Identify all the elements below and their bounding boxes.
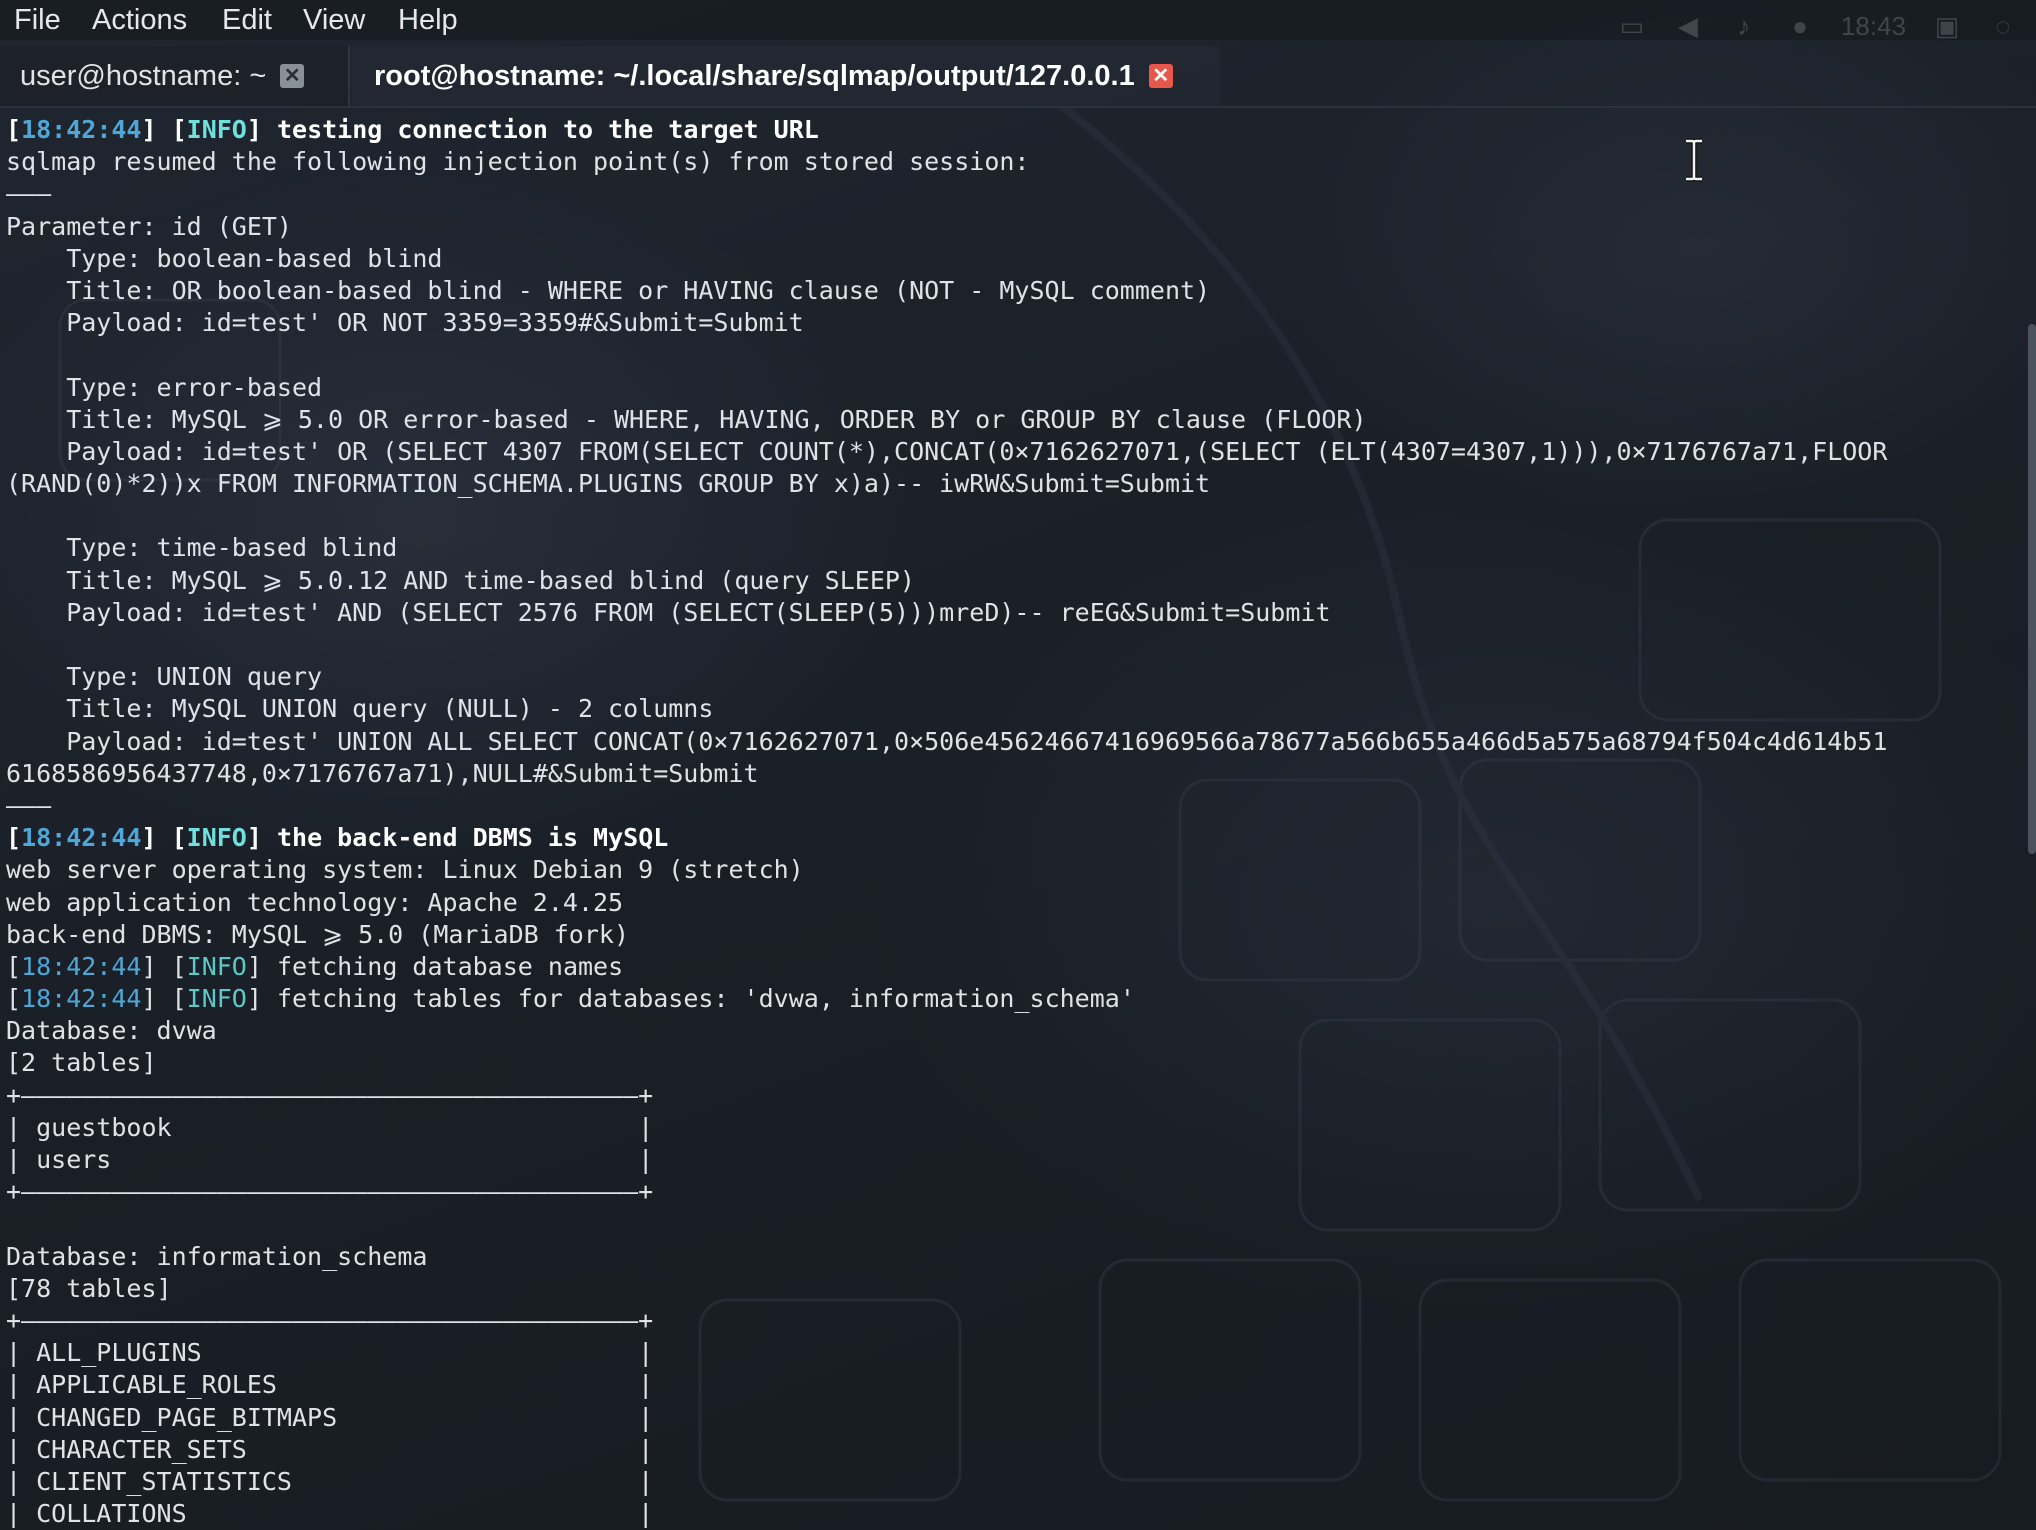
tab-label: user@hostname: ~ [20,59,267,92]
terminal-line: Payload: id=test' AND (SELECT 2576 FROM … [6,597,1331,627]
terminal-output[interactable]: [18:42:44] [INFO] testing connection to … [6,114,2006,1530]
terminal-line: Title: OR boolean-based blind - WHERE or… [6,275,1211,305]
terminal-line: Database: information_schema [6,1241,428,1271]
terminal-line: [78 tables] [6,1273,172,1303]
log-message: fetching tables for databases: 'dvwa, in… [276,984,1135,1014]
log-timestamp: 18:42:44 [21,115,142,144]
volume-icon: ◀ [1677,10,1698,41]
terminal-line: Type: error-based [6,372,323,402]
log-timestamp: 18:42:44 [21,951,142,981]
log-level: INFO [186,823,247,853]
terminal-line: +———————————————————————————————————————… [6,1080,654,1110]
log-level: INFO [186,951,247,981]
scrollbar-thumb[interactable] [2028,324,2036,854]
terminal-line: Payload: id=test' UNION ALL SELECT CONCA… [6,726,1888,756]
menu-edit[interactable]: Edit [222,0,272,40]
terminal-line: Type: boolean-based blind [6,243,443,273]
terminal-line: Type: time-based blind [6,533,398,563]
display-icon: ▭ [1619,10,1645,41]
terminal-line: [18:42:44] [INFO] fetching database name… [6,951,624,981]
terminal-line: back-end DBMS: MySQL ⩾ 5.0 (MariaDB fork… [6,919,629,949]
close-icon[interactable]: ✕ [1148,64,1173,88]
terminal-line: | guestbook | [6,1112,654,1142]
terminal-line: Database: dvwa [6,1016,217,1046]
terminal-line: | CLIENT_STATISTICS | [6,1466,654,1496]
terminal-line: Payload: id=test' OR NOT 3359=3359#&Subm… [6,308,804,338]
terminal-line: Parameter: id (GET) [6,211,292,241]
terminal-line: Title: MySQL UNION query (NULL) - 2 colu… [6,694,714,724]
lock-icon: ▣ [1934,10,1960,41]
tab-label: root@hostname: ~/.local/share/sqlmap/out… [374,59,1135,92]
terminal-line: 6168586956437748,0×7176767a71),NULL#&Sub… [6,758,759,788]
log-timestamp: 18:42:44 [21,823,142,853]
menu-bar: File Actions Edit View Help ▭ ◀ ♪ ● 18:4… [0,0,2036,41]
menu-actions[interactable]: Actions [92,0,187,40]
terminal-line: Title: MySQL ⩾ 5.0 OR error-based - WHER… [6,404,1367,434]
terminal-line: web server operating system: Linux Debia… [6,855,804,885]
terminal-line: | CHARACTER_SETS | [6,1434,654,1464]
clock-icon: ● [1792,10,1808,41]
menu-help[interactable]: Help [398,0,458,40]
log-level: INFO [186,115,247,144]
menu-file[interactable]: File [14,0,61,40]
terminal-line: +———————————————————————————————————————… [6,1305,654,1335]
terminal-line: [18:42:44] [INFO] fetching tables for da… [6,984,1135,1014]
log-level: INFO [186,984,247,1014]
log-message: fetching database names [276,951,624,981]
terminal-line: Type: UNION query [6,662,323,692]
terminal-line: ——— [6,179,52,209]
terminal-line: Title: MySQL ⩾ 5.0.12 AND time-based bli… [6,565,915,595]
terminal-line: [18:42:44] [INFO] the back-end DBMS is M… [6,823,669,853]
terminal-line: [2 tables] [6,1048,157,1078]
terminal-line: Payload: id=test' OR (SELECT 4307 FROM(S… [6,436,1888,466]
log-message: the back-end DBMS is MySQL [276,823,669,853]
menu-view[interactable]: View [303,0,365,40]
system-tray: ▭ ◀ ♪ ● 18:43 ▣ ◌ [1617,0,2036,52]
terminal-line: | users | [6,1145,654,1174]
tray-clock: 18:43 [1840,10,1906,41]
terminal-line: +———————————————————————————————————————… [6,1177,654,1207]
terminal-line: ——— [6,790,52,820]
tab-user-home[interactable]: user@hostname: ~ ✕ [0,46,350,106]
log-timestamp: 18:42:44 [21,984,142,1014]
bell-icon: ♪ [1737,10,1751,41]
ibeam-cursor-icon [1686,138,1702,182]
terminal-scrollbar[interactable] [2026,106,2036,1530]
log-message: testing connection to the target URL [276,115,819,144]
terminal-line: | ALL_PLUGINS | [6,1338,654,1368]
terminal-line: | CHANGED_PAGE_BITMAPS | [6,1402,654,1432]
tab-root-sqlmap-output[interactable]: root@hostname: ~/.local/share/sqlmap/out… [352,46,1220,106]
terminal-line: | COLLATIONS | [6,1499,654,1529]
terminal-line: | APPLICABLE_ROLES | [6,1370,654,1400]
power-icon: ◌ [1995,10,2011,41]
close-icon[interactable]: ✕ [280,64,305,88]
terminal-line: web application technology: Apache 2.4.2… [6,887,624,917]
terminal-tab-bar: user@hostname: ~ ✕ root@hostname: ~/.loc… [0,46,2036,108]
terminal-line: (RAND(0)*2))x FROM INFORMATION_SCHEMA.PL… [6,469,1211,499]
terminal-line: sqlmap resumed the following injection p… [6,147,1030,177]
terminal-line: [18:42:44] [INFO] testing connection to … [6,115,819,144]
